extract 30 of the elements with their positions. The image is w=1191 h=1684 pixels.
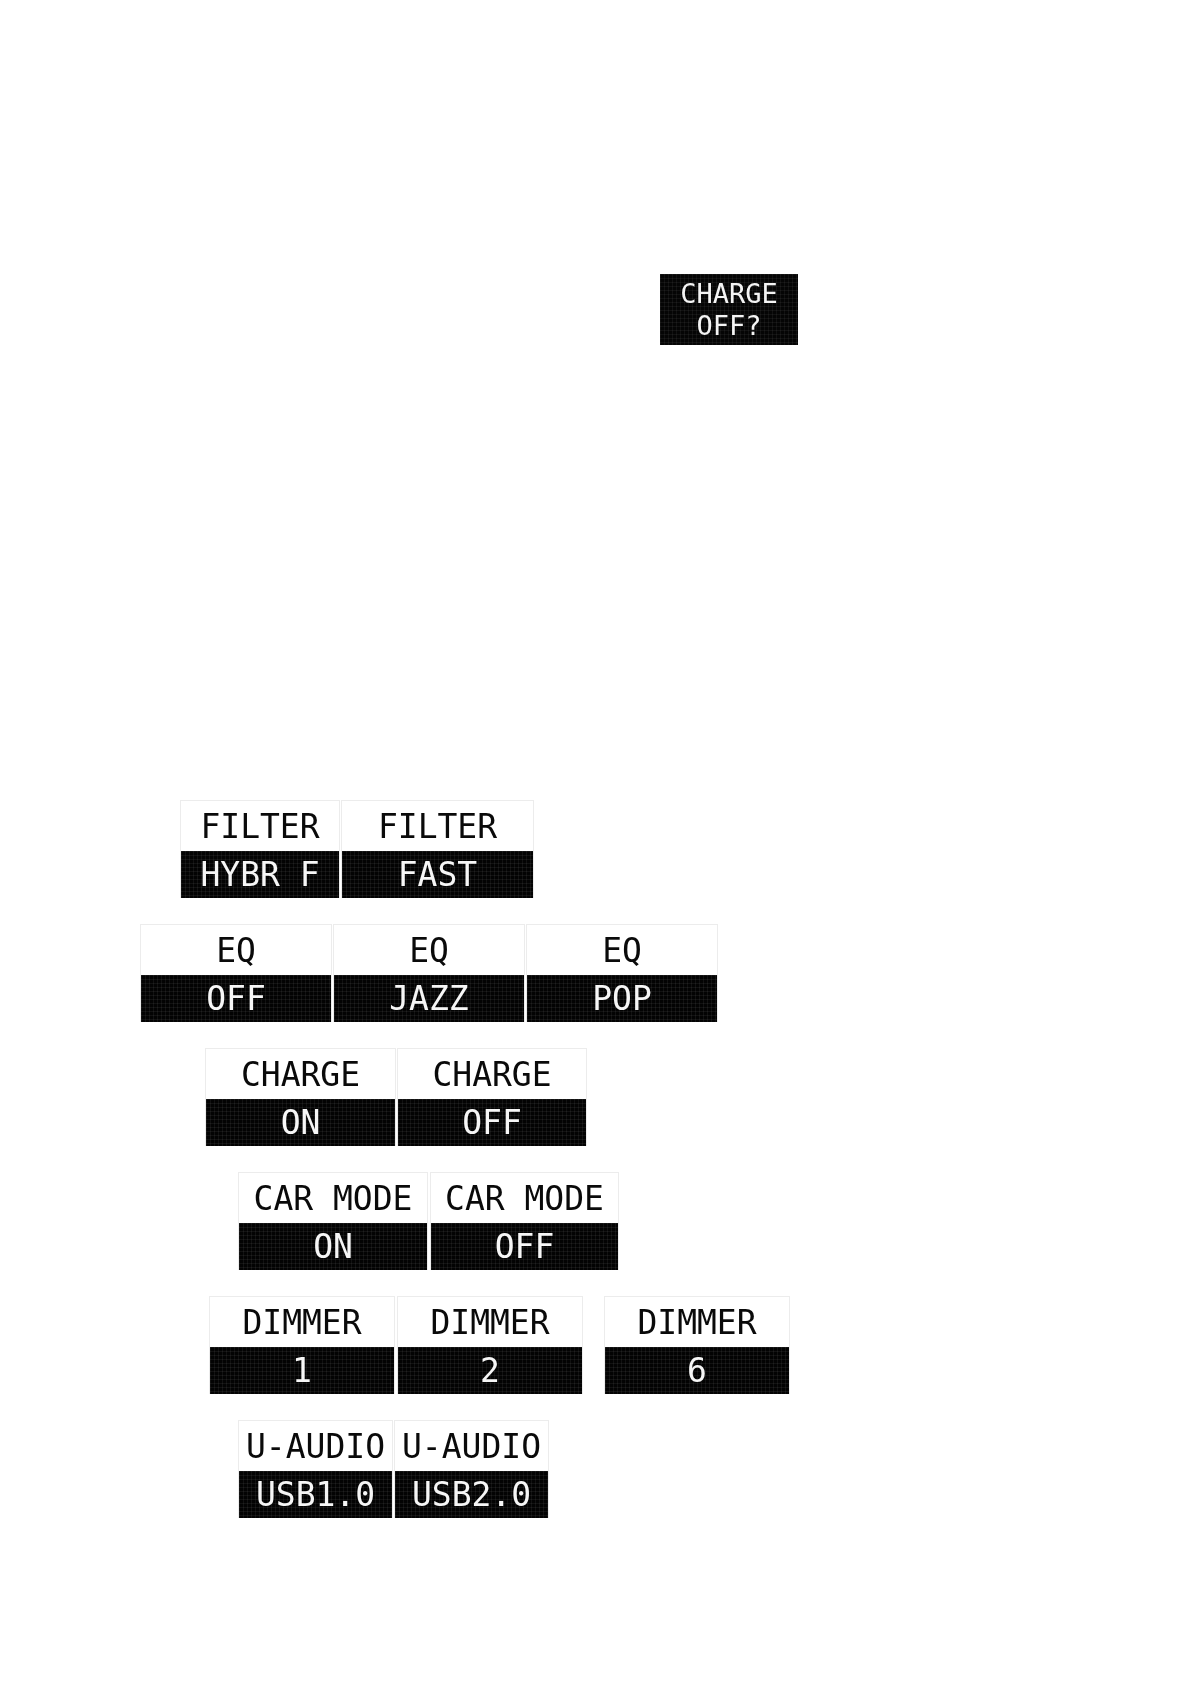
setting-value: OFF bbox=[141, 975, 331, 1022]
setting-value: 6 bbox=[605, 1347, 789, 1394]
setting-value: USB2.0 bbox=[395, 1471, 548, 1518]
setting-label: FILTER bbox=[199, 805, 321, 848]
setting-label: DIMMER bbox=[241, 1301, 363, 1344]
setting-value: ON bbox=[206, 1099, 395, 1146]
setting-label: U-AUDIO bbox=[244, 1425, 387, 1468]
setting-label: CHARGE bbox=[431, 1053, 553, 1096]
setting-label: EQ bbox=[408, 929, 450, 972]
setting-label: CAR MODE bbox=[252, 1177, 414, 1220]
setting-value: 2 bbox=[398, 1347, 582, 1394]
setting-value: OFF bbox=[431, 1223, 618, 1270]
setting-label: DIMMER bbox=[636, 1301, 758, 1344]
prompt-text: CHARGE bbox=[680, 278, 778, 310]
setting-value: OFF bbox=[398, 1099, 586, 1146]
setting-value: FAST bbox=[342, 851, 533, 898]
setting-value: HYBR F bbox=[181, 851, 339, 898]
setting-label: DIMMER bbox=[429, 1301, 551, 1344]
setting-value: POP bbox=[527, 975, 717, 1022]
prompt-text: OFF? bbox=[696, 310, 762, 342]
setting-label: FILTER bbox=[376, 805, 499, 848]
setting-value: USB1.0 bbox=[239, 1471, 392, 1518]
setting-label: EQ bbox=[215, 929, 257, 972]
setting-value: ON bbox=[239, 1223, 427, 1270]
setting-label: U-AUDIO bbox=[400, 1425, 543, 1468]
setting-label: CHARGE bbox=[239, 1053, 362, 1096]
setting-value: JAZZ bbox=[334, 975, 524, 1022]
setting-value: 1 bbox=[210, 1347, 394, 1394]
setting-label: EQ bbox=[601, 929, 643, 972]
setting-label: CAR MODE bbox=[444, 1177, 605, 1220]
